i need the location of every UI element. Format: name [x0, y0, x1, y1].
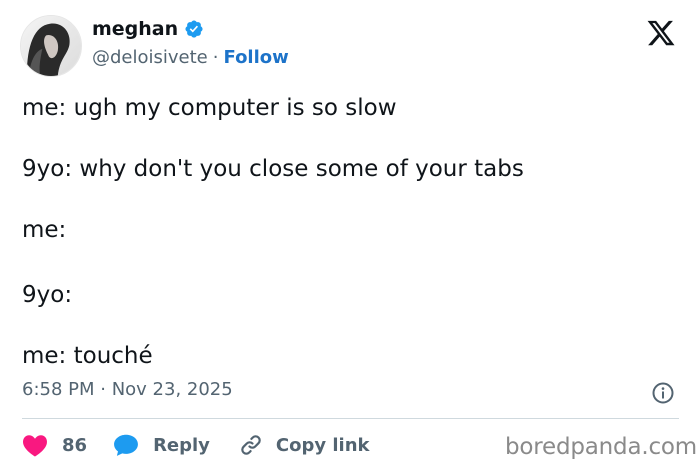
tweet-line: 9yo: — [22, 282, 73, 308]
follow-button[interactable]: Follow — [224, 47, 289, 68]
separator-dot: · — [212, 47, 219, 68]
tweet-timestamp[interactable]: 6:58 PM · Nov 23, 2025 — [22, 379, 233, 400]
tweet-line: me: touché — [22, 343, 153, 369]
tweet-card: meghan @deloisivete · Follow me: ugh my co… — [0, 0, 700, 471]
copy-link-button[interactable]: Copy link — [238, 433, 370, 457]
like-button[interactable]: 86 — [22, 433, 87, 457]
like-count: 86 — [62, 434, 88, 456]
reply-button[interactable]: Reply — [113, 433, 210, 457]
speech-bubble-icon — [114, 434, 138, 456]
verified-badge-icon — [184, 19, 204, 39]
author-handle-row: @deloisivete · Follow — [92, 47, 289, 68]
author-handle[interactable]: @deloisivete — [92, 47, 208, 68]
action-bar: 86 Reply Copy link — [22, 430, 370, 460]
heart-icon — [23, 435, 47, 457]
author-name-row: meghan — [92, 18, 204, 40]
watermark-text: boredpanda.com — [505, 434, 697, 460]
tweet-line: me: ugh my computer is so slow — [22, 95, 397, 121]
link-icon — [241, 435, 261, 455]
x-logo-icon[interactable] — [645, 18, 677, 48]
divider — [22, 418, 679, 419]
avatar-image — [21, 16, 81, 76]
avatar[interactable] — [20, 15, 82, 77]
tweet-line: me: — [22, 217, 67, 243]
copy-link-label: Copy link — [275, 434, 370, 456]
reply-label: Reply — [153, 434, 210, 456]
author-display-name[interactable]: meghan — [92, 18, 178, 40]
tweet-line: 9yo: why don't you close some of your ta… — [22, 156, 524, 182]
info-icon[interactable] — [651, 381, 675, 405]
